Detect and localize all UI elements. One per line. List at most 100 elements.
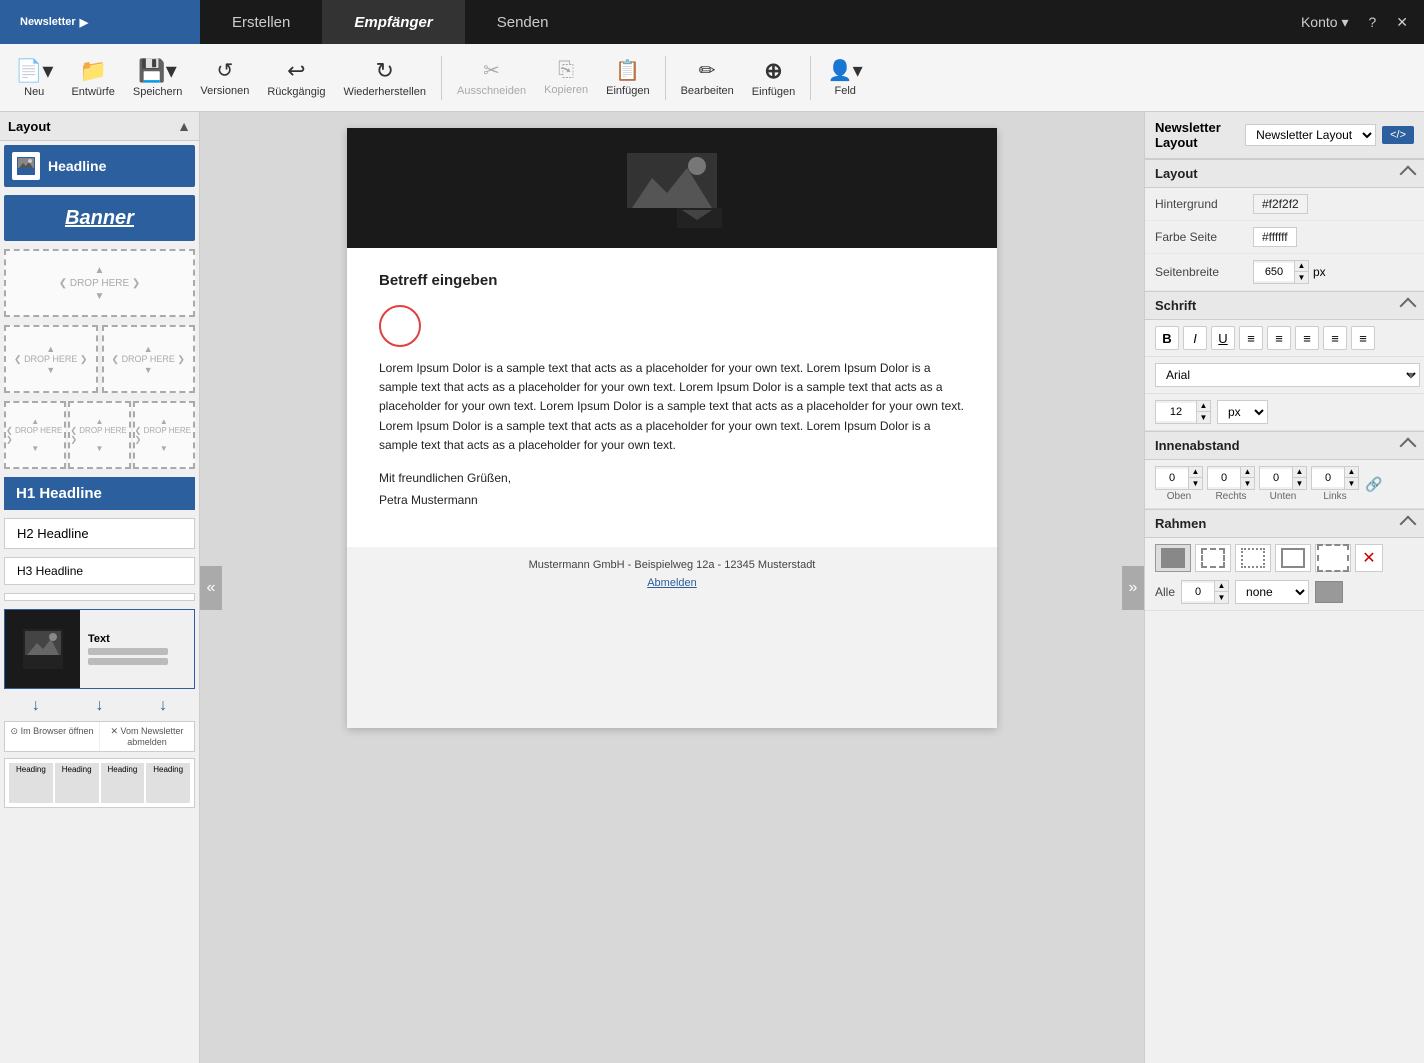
layout-item-h1[interactable]: H1 Headline (4, 477, 195, 510)
collapse-right-button[interactable]: » (1122, 566, 1144, 610)
layout-table-preview[interactable]: Heading Heading Heading Heading (4, 758, 195, 808)
redo-button[interactable]: ↻ Wiederherstellen (336, 50, 433, 106)
seitenbreite-input[interactable] (1254, 263, 1294, 281)
layout-drop-3col-3[interactable]: ▲ ❮ DROP HERE ❯ ▼ (133, 401, 195, 469)
section-layout-arrow[interactable] (1400, 165, 1417, 182)
tab-senden[interactable]: Senden (465, 0, 581, 44)
insert-button[interactable]: ⊕ Einfügen (745, 50, 802, 106)
padding-oben-up[interactable]: ▲ (1188, 467, 1202, 478)
section-innenabstand[interactable]: Innenabstand (1145, 431, 1424, 460)
email-subject[interactable]: Betreff eingeben (379, 272, 965, 289)
link-unsubscribe-btn[interactable]: ✕ Vom Newsletter abmelden (100, 722, 194, 751)
email-greeting[interactable]: Mit freundlichen Grüßen, (379, 471, 965, 485)
seitenbreite-down[interactable]: ▼ (1294, 272, 1308, 283)
new-button[interactable]: 📄▾ Neu (8, 50, 60, 106)
arrow-down-3[interactable]: ↓ (159, 697, 167, 715)
border-outer-btn[interactable] (1195, 544, 1231, 572)
italic-button[interactable]: I (1183, 326, 1207, 350)
cut-button[interactable]: ✂ Ausschneiden (450, 50, 533, 106)
seitenbreite-up[interactable]: ▲ (1294, 261, 1308, 272)
tab-erstellen[interactable]: Erstellen (200, 0, 322, 44)
font-family-select[interactable]: Arial Times New Roman Helvetica (1155, 363, 1420, 387)
padding-oben[interactable] (1156, 469, 1188, 487)
help-button[interactable]: ? (1368, 14, 1376, 30)
align-left-button[interactable]: ≡ (1239, 326, 1263, 350)
layout-drop-1col[interactable]: ▲ ❮ DROP HERE ❯ ▼ (4, 249, 195, 317)
bold-button[interactable]: B (1155, 326, 1179, 350)
align-justify-button[interactable]: ≡ (1323, 326, 1347, 350)
padding-unten[interactable] (1260, 469, 1292, 487)
padding-rechts-up[interactable]: ▲ (1240, 467, 1254, 478)
border-all-up[interactable]: ▲ (1214, 581, 1228, 592)
redo-label: Wiederherstellen (343, 86, 426, 98)
collapse-left-button[interactable]: « (200, 566, 222, 610)
border-inner-btn[interactable] (1235, 544, 1271, 572)
close-button[interactable]: ✕ (1396, 14, 1408, 31)
padding-links-down[interactable]: ▼ (1344, 478, 1358, 489)
font-size-up[interactable]: ▲ (1196, 401, 1210, 412)
email-image-header[interactable] (347, 128, 997, 248)
layout-drop-2col-left[interactable]: ▲ ❮ DROP HERE ❯ ▼ (4, 325, 98, 393)
arrow-down-2[interactable]: ↓ (95, 697, 103, 715)
layout-drop-3col-2[interactable]: ▲ ❮ DROP HERE ❯ ▼ (68, 401, 130, 469)
section-schrift[interactable]: Schrift (1145, 291, 1424, 320)
layout-selector[interactable]: Newsletter Layout (1245, 124, 1376, 146)
layout-drop-3col-1[interactable]: ▲ ❮ DROP HERE ❯ ▼ (4, 401, 66, 469)
section-layout[interactable]: Layout (1145, 159, 1424, 188)
layout-item-separator[interactable] (4, 593, 195, 601)
panel-scroll-up[interactable]: ▲ (177, 118, 191, 134)
chain-link-icon[interactable]: 🔗 (1365, 476, 1382, 493)
layout-item-h3[interactable]: H3 Headline (4, 557, 195, 585)
layout-item-banner[interactable]: Banner (4, 195, 195, 241)
padding-rechts[interactable] (1208, 469, 1240, 487)
link-browser-btn[interactable]: ⊙ Im Browser öffnen (5, 722, 100, 751)
undo-button[interactable]: ↩ Rückgängig (260, 50, 332, 106)
section-rahmen[interactable]: Rahmen (1145, 509, 1424, 538)
border-solid-btn[interactable] (1155, 544, 1191, 572)
border-all-input[interactable] (1182, 583, 1214, 601)
save-button[interactable]: 💾▾ Speichern (126, 50, 190, 106)
drafts-button[interactable]: 📁 Entwürfe (64, 50, 121, 106)
border-all-down[interactable]: ▼ (1214, 592, 1228, 603)
underline-button[interactable]: U (1211, 326, 1235, 350)
hintergrund-value[interactable]: #f2f2f2 (1253, 194, 1308, 214)
layout-item-h2[interactable]: H2 Headline (4, 518, 195, 549)
section-innenabstand-arrow[interactable] (1400, 437, 1417, 454)
align-right-button[interactable]: ≡ (1295, 326, 1319, 350)
border-delete-btn[interactable]: ✕ (1355, 544, 1383, 572)
email-name[interactable]: Petra Mustermann (379, 493, 965, 507)
align-center-button[interactable]: ≡ (1267, 326, 1291, 350)
section-schrift-arrow[interactable] (1400, 297, 1417, 314)
layout-item-img-text[interactable]: Text (4, 609, 195, 689)
email-unsubscribe-link[interactable]: Abmelden (647, 577, 697, 589)
arrow-down-1[interactable]: ↓ (32, 697, 40, 715)
edit-button[interactable]: ✏ Bearbeiten (674, 50, 741, 106)
copy-button[interactable]: ⎘ Kopieren (537, 50, 595, 106)
list-button[interactable]: ≡ (1351, 326, 1375, 350)
section-rahmen-arrow[interactable] (1400, 515, 1417, 532)
border-color-swatch[interactable] (1315, 581, 1343, 603)
font-size-input[interactable] (1156, 403, 1196, 421)
padding-unten-up[interactable]: ▲ (1292, 467, 1306, 478)
padding-oben-down[interactable]: ▼ (1188, 478, 1202, 489)
field-button[interactable]: 👤▾ Feld (819, 50, 871, 106)
layout-drop-2col-right[interactable]: ▲ ❮ DROP HERE ❯ ▼ (102, 325, 196, 393)
font-size-down[interactable]: ▼ (1196, 412, 1210, 423)
layout-item-headline[interactable]: Headline (4, 145, 195, 187)
konto-button[interactable]: Konto ▾ (1301, 14, 1349, 31)
brand-logo[interactable]: Newsletter ▶ (0, 0, 200, 44)
farbe-seite-value[interactable]: #ffffff (1253, 227, 1297, 247)
padding-unten-down[interactable]: ▼ (1292, 478, 1306, 489)
email-body-text[interactable]: Lorem Ipsum Dolor is a sample text that … (379, 359, 965, 455)
tab-empfanger[interactable]: Empfänger (322, 0, 464, 44)
font-unit-select[interactable]: px em pt (1217, 400, 1268, 424)
border-outline-btn[interactable] (1275, 544, 1311, 572)
padding-links[interactable] (1312, 469, 1344, 487)
code-toggle-button[interactable]: </> (1382, 126, 1414, 144)
paste-button[interactable]: 📋 Einfügen (599, 50, 656, 106)
border-dashed-outer-btn[interactable] (1315, 544, 1351, 572)
padding-rechts-down[interactable]: ▼ (1240, 478, 1254, 489)
padding-links-up[interactable]: ▲ (1344, 467, 1358, 478)
border-style-select[interactable]: none solid dashed dotted (1235, 580, 1309, 604)
versions-button[interactable]: ↺ Versionen (193, 50, 256, 106)
